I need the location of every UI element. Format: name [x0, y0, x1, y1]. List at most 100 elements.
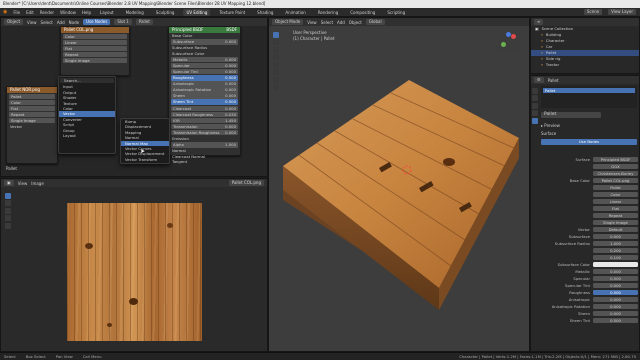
property-value[interactable]: Pallet: [593, 184, 638, 191]
node-field[interactable]: Color: [63, 33, 127, 40]
node-field[interactable]: Flat: [63, 45, 127, 52]
property-value[interactable]: 0.000: [593, 310, 638, 317]
view-menu[interactable]: View: [18, 181, 28, 186]
node-field[interactable]: Single Image: [9, 117, 55, 124]
bsdf-input-row[interactable]: Roughness 0.500: [171, 75, 238, 81]
editor-type-button[interactable]: ⚙: [534, 77, 544, 83]
tab-texture-paint[interactable]: Texture Paint: [216, 9, 248, 16]
add-menu[interactable]: Add: [57, 20, 65, 25]
property-value[interactable]: GGX: [593, 163, 638, 170]
object-tab-icon[interactable]: [532, 102, 538, 109]
tab-sculpting[interactable]: Sculpting: [153, 9, 178, 16]
normal-image-node[interactable]: Pallet NOR.png Pallet Color Flat Repeat …: [6, 86, 58, 164]
blender-logo-icon[interactable]: ◉: [3, 9, 7, 15]
menu-render[interactable]: Render: [40, 10, 54, 15]
image-editor[interactable]: ▣ View Image Pallet COL.png: [0, 178, 268, 352]
use-nodes-button[interactable]: Use Nodes: [541, 138, 637, 145]
bsdf-input-row[interactable]: IOR 1.450: [171, 117, 238, 124]
menu-file[interactable]: File: [13, 10, 20, 15]
use-nodes-toggle[interactable]: Use Nodes: [83, 19, 111, 25]
grab-tool-icon[interactable]: [5, 215, 11, 221]
outliner-item[interactable]: ▿ Tractor: [531, 62, 639, 68]
node-field[interactable]: Pallet: [9, 93, 55, 100]
tab-uv-editing[interactable]: UV Editing: [183, 8, 211, 16]
material-selector[interactable]: Pallet: [135, 19, 153, 25]
property-value[interactable]: 0.500: [593, 275, 638, 282]
property-value[interactable]: Default: [593, 226, 638, 233]
editor-type-button[interactable]: ≡: [534, 19, 544, 25]
property-value[interactable]: 0.000: [593, 282, 638, 289]
bsdf-input-row[interactable]: Anisotropic 0.000: [171, 81, 238, 87]
outliner[interactable]: ≡ ▣ Scene Collection ▿ Building ▿ Character ▿ C…: [530, 17, 640, 74]
surface-section[interactable]: Surface: [541, 131, 637, 136]
menu-search-field[interactable]: Search...: [60, 78, 114, 84]
property-value[interactable]: 0.000: [593, 268, 638, 275]
menu-window[interactable]: Window: [60, 10, 76, 15]
select-tool-icon[interactable]: [5, 192, 11, 199]
property-value[interactable]: 0.000: [593, 303, 638, 310]
bsdf-input-row[interactable]: Transmission 0.000: [171, 123, 238, 130]
node-field[interactable]: Linear: [63, 39, 127, 46]
tab-compositing[interactable]: Compositing: [347, 9, 378, 16]
property-value[interactable]: 0.500: [593, 289, 638, 296]
image-menu[interactable]: Image: [31, 181, 44, 186]
node-field[interactable]: Color: [9, 99, 55, 106]
bsdf-input-row[interactable]: Emission: [169, 136, 240, 142]
bsdf-input-row[interactable]: Tangent: [169, 159, 240, 165]
property-value[interactable]: 0.000: [593, 296, 638, 303]
property-value[interactable]: Principled BSDF: [593, 156, 638, 163]
menu-help[interactable]: Help: [82, 10, 91, 15]
property-value[interactable]: Linear: [593, 198, 638, 205]
scene-selector[interactable]: Scene: [583, 9, 603, 15]
add-menu-popup[interactable]: Search... Input Output Shader Texture Color V…: [58, 76, 116, 154]
annotate-tool-icon[interactable]: [5, 222, 11, 229]
property-value[interactable]: Repeat: [593, 212, 638, 219]
node-field[interactable]: Single Image: [63, 57, 127, 64]
node-title[interactable]: Pallet NOR.png: [7, 87, 57, 93]
bsdf-input-row[interactable]: Specular Tint 0.000: [171, 68, 238, 75]
bsdf-input-row[interactable]: Transmission Roughness 0.000: [171, 129, 238, 136]
bsdf-input-row[interactable]: Subsurface Color: [169, 51, 240, 57]
property-value[interactable]: Color: [593, 191, 638, 198]
node-field[interactable]: Repeat: [63, 51, 127, 58]
bsdf-input-row[interactable]: Anisotropic Rotation 0.000: [171, 87, 238, 93]
bsdf-input-row[interactable]: Sheen Tint 0.500: [171, 99, 238, 105]
preview-section[interactable]: ▸ Preview: [541, 123, 637, 128]
bsdf-input-row[interactable]: Sheen 0.000: [171, 93, 238, 99]
material-tab-icon[interactable]: [532, 117, 538, 124]
pallet-model[interactable]: [269, 18, 531, 353]
move-tool-icon[interactable]: [5, 207, 11, 214]
cursor-tool-icon[interactable]: [5, 200, 11, 206]
material-slot-item[interactable]: Pallet: [543, 88, 635, 93]
property-value[interactable]: Pallet COL.png: [593, 177, 638, 184]
property-value[interactable]: 0.500: [593, 317, 638, 324]
tab-shading[interactable]: Shading: [254, 9, 276, 16]
vector-submenu[interactable]: Bump Displacement Mapping Normal Normal Map V…: [120, 118, 170, 164]
property-value[interactable]: 0.200: [593, 247, 638, 254]
property-value[interactable]: 1.000: [593, 240, 638, 247]
node-field[interactable]: Repeat: [9, 111, 55, 118]
output-tab-icon[interactable]: [532, 95, 538, 101]
add-menu-item[interactable]: Layout: [59, 133, 115, 138]
3d-viewport[interactable]: Object Mode View Select Add Object Globa…: [268, 17, 530, 352]
bsdf-input-row[interactable]: Base Color: [169, 33, 240, 39]
editor-type-button[interactable]: ▣: [4, 180, 14, 186]
render-tab-icon[interactable]: [532, 87, 538, 94]
principled-bsdf-node[interactable]: Principled BSDF BSDF Base Color Subsurfac…: [168, 26, 241, 164]
select-menu[interactable]: Select: [41, 20, 53, 25]
material-selector[interactable]: Pallet: [541, 112, 601, 118]
node-menu[interactable]: Node: [69, 20, 79, 25]
tab-scripting[interactable]: Scripting: [384, 9, 408, 16]
bsdf-input-row[interactable]: Alpha 1.000: [171, 142, 238, 148]
node-field[interactable]: Flat: [9, 105, 55, 112]
material-slot-list[interactable]: Pallet: [541, 86, 637, 108]
view-layer-selector[interactable]: View Layer: [608, 9, 636, 15]
tab-animation[interactable]: Animation: [282, 9, 308, 16]
tab-layout[interactable]: Layout: [97, 9, 117, 16]
properties-editor[interactable]: ⚙ Pallet Pallet Pallet ▸ Preview Surface…: [530, 75, 640, 352]
property-value[interactable]: Christensen-Burley: [593, 170, 638, 177]
vector-menu-item[interactable]: Vector Transform: [121, 157, 169, 162]
property-value[interactable]: 0.100: [593, 254, 638, 261]
image-selector[interactable]: Pallet COL.png: [228, 180, 264, 186]
node-title[interactable]: Pallet COL.png: [61, 27, 129, 33]
